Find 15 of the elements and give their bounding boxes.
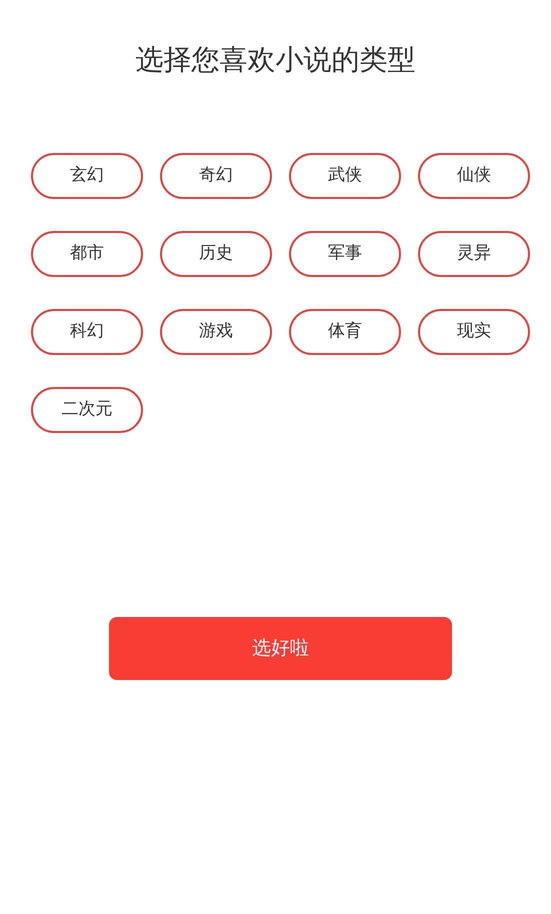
genre-chip[interactable]: 二次元 <box>31 387 143 433</box>
confirm-button[interactable]: 选好啦 <box>109 617 452 680</box>
genre-chip[interactable]: 游戏 <box>160 309 272 355</box>
genre-chip[interactable]: 现实 <box>418 309 530 355</box>
genre-chip[interactable]: 军事 <box>289 231 401 277</box>
genre-chip[interactable]: 科幻 <box>31 309 143 355</box>
page-title: 选择您喜欢小说的类型 <box>134 42 416 78</box>
genre-chip[interactable]: 灵异 <box>418 231 530 277</box>
genre-chip[interactable]: 都市 <box>31 231 143 277</box>
genre-chip[interactable]: 武侠 <box>289 153 401 199</box>
genre-chip[interactable]: 体育 <box>289 309 401 355</box>
genre-chip[interactable]: 奇幻 <box>160 153 272 199</box>
genre-chip[interactable]: 历史 <box>160 231 272 277</box>
genre-chip[interactable]: 仙侠 <box>418 153 530 199</box>
genre-chip[interactable]: 玄幻 <box>31 153 143 199</box>
